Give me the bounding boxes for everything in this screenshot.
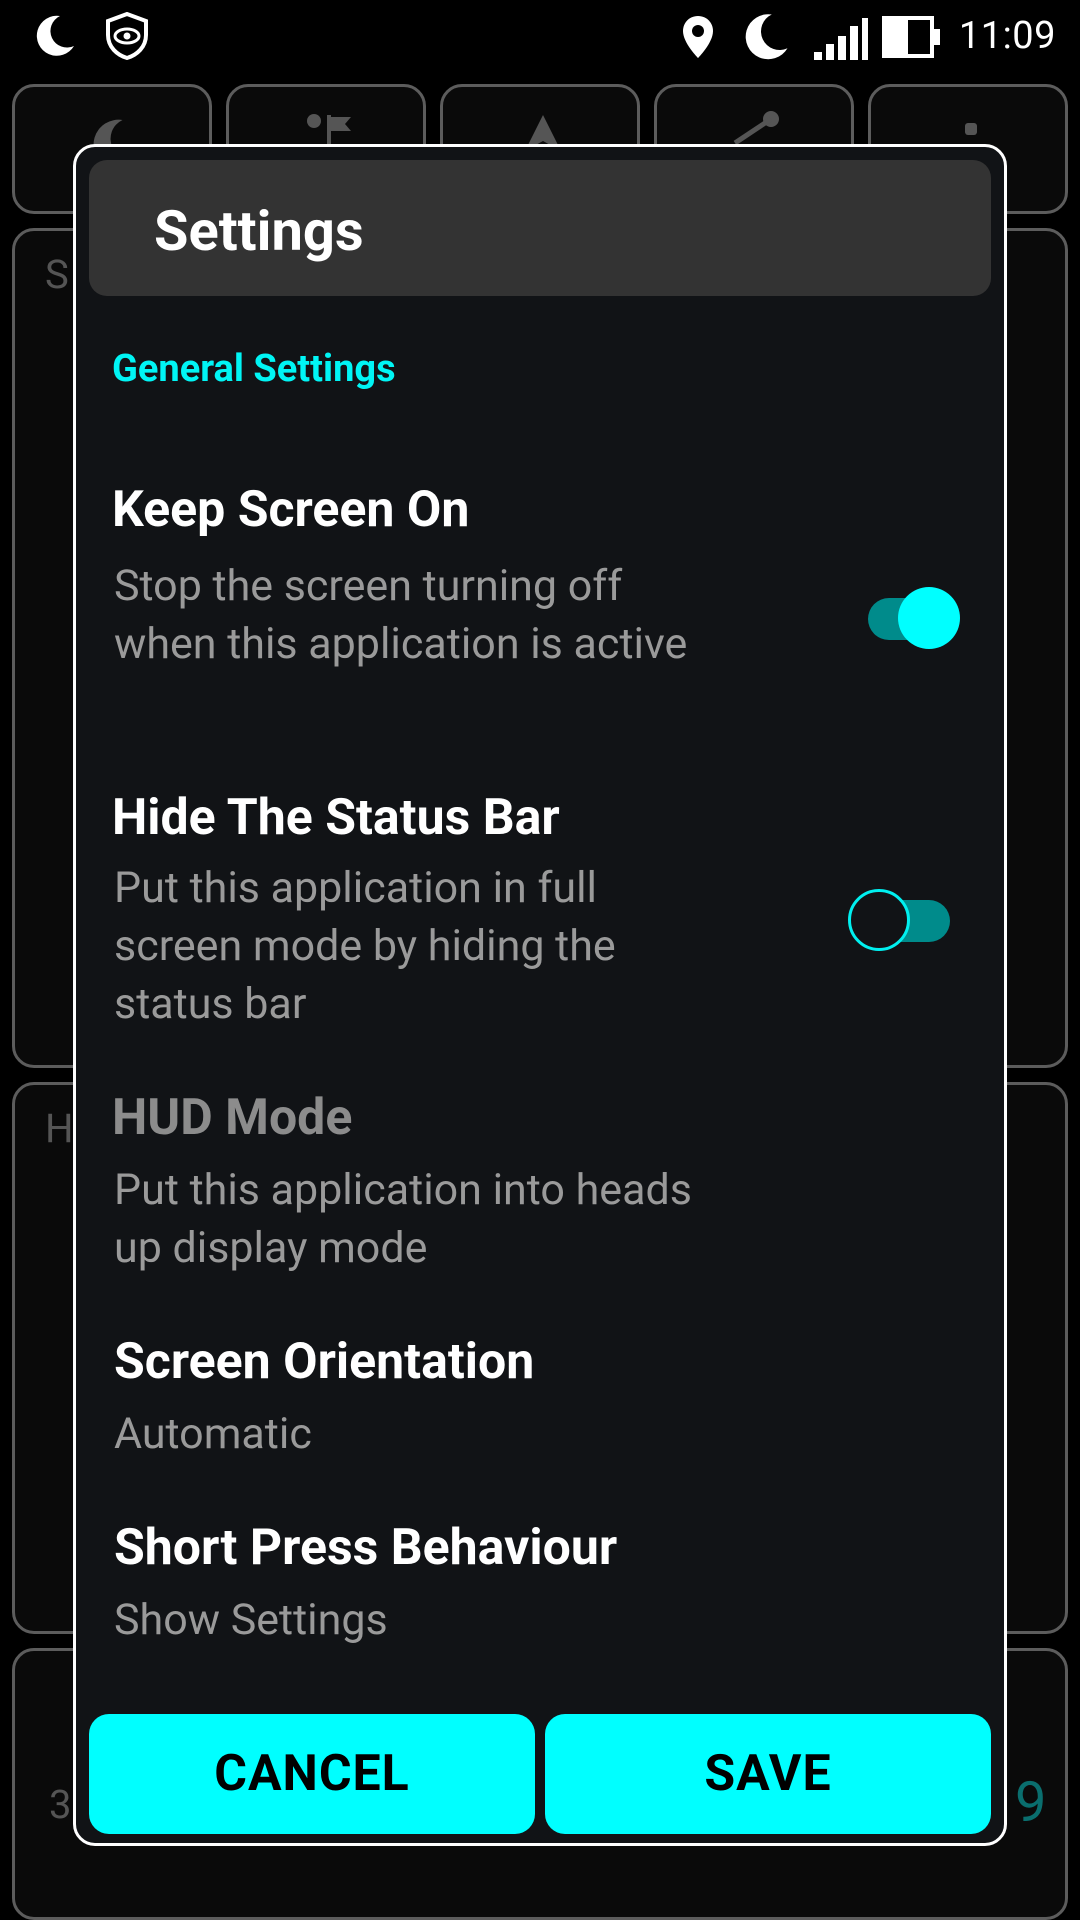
cancel-button[interactable]: CANCEL [89,1714,535,1834]
moon-icon [745,14,788,60]
pref-summary: Put this application into heads up displ… [114,1165,692,1273]
pref-title: Hide The Status Bar [112,789,560,847]
pref-summary: Put this application in full screen mode… [114,863,616,1029]
pref-title: Short Press Behaviour [114,1519,618,1577]
bg-label-h: H [45,1105,74,1152]
pref-title: Keep Screen On [112,481,470,539]
section-general-settings: General Settings [112,347,396,391]
pref-title: Screen Orientation [114,1333,535,1391]
toggle-thumb [898,587,960,649]
bg-label-s: S [45,251,69,298]
shield-eye-icon [106,12,148,60]
dialog-header: Settings [89,160,991,296]
pref-summary: Stop the screen turning off when this ap… [114,561,688,669]
share-icon [733,111,779,146]
dialog-title: Settings [154,198,364,264]
settings-dialog: Settings General Settings Keep Screen On… [73,144,1007,1846]
pref-title: HUD Mode [112,1089,353,1147]
screen: 11:09 S H 3 9 Settings General Settings … [0,0,1080,1920]
location-icon [683,16,713,58]
pref-summary: Automatic [114,1409,312,1459]
toggle-thumb [848,889,910,951]
battery-icon [882,16,940,58]
moon-icon [36,15,74,56]
bg-label-3: 3 [49,1781,72,1828]
bg-digit-9: 9 [1015,1769,1047,1835]
status-bar: 11:09 [0,0,1080,72]
status-time: 11:09 [958,14,1056,58]
pref-summary: Show Settings [114,1595,388,1645]
save-button[interactable]: SAVE [545,1714,991,1834]
signal-icon [814,18,868,60]
keep-screen-on-toggle[interactable] [858,579,962,649]
hide-status-bar-toggle[interactable] [848,881,954,951]
